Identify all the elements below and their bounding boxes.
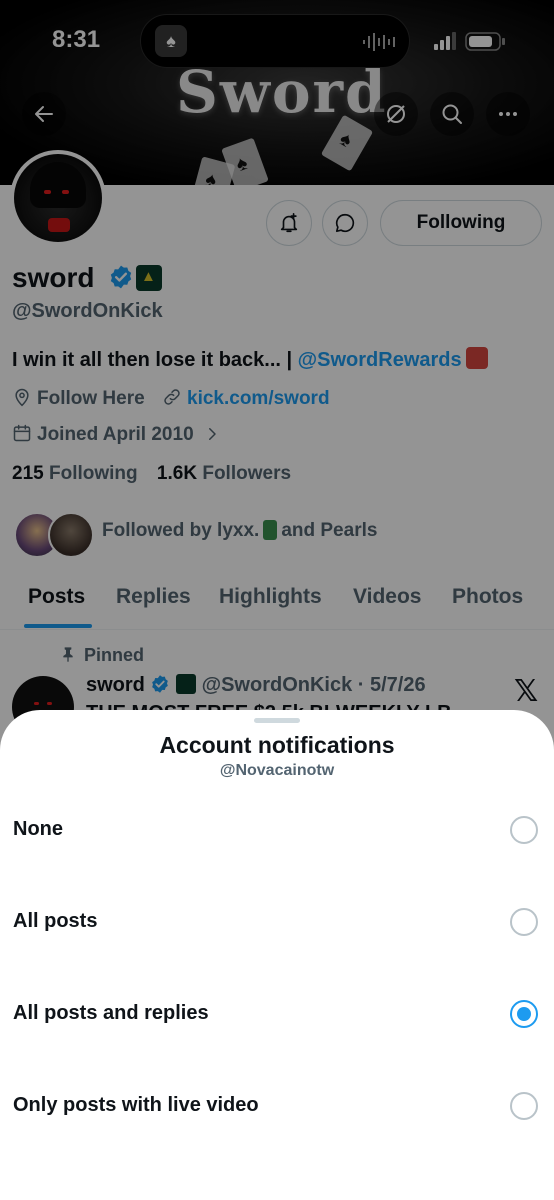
radio-button[interactable] (510, 1092, 538, 1120)
option-none[interactable]: None (0, 786, 554, 876)
sheet-grabber[interactable] (254, 718, 300, 723)
sheet-title: Account notifications (159, 732, 395, 758)
radio-button[interactable] (510, 908, 538, 936)
radio-button-selected[interactable] (510, 1000, 538, 1028)
option-label: All posts and replies (13, 1002, 209, 1024)
option-all-posts[interactable]: All posts (0, 878, 554, 968)
account-notifications-sheet: Account notifications @Novacainotw None … (0, 710, 554, 1200)
option-label: None (13, 818, 63, 840)
option-label: All posts (13, 910, 98, 932)
radio-button[interactable] (510, 816, 538, 844)
sheet-subtitle: @Novacainotw (219, 762, 335, 779)
option-label: Only posts with live video (13, 1094, 259, 1116)
option-live-video[interactable]: Only posts with live video (0, 1062, 554, 1152)
option-all-posts-and-replies[interactable]: All posts and replies (0, 970, 554, 1060)
